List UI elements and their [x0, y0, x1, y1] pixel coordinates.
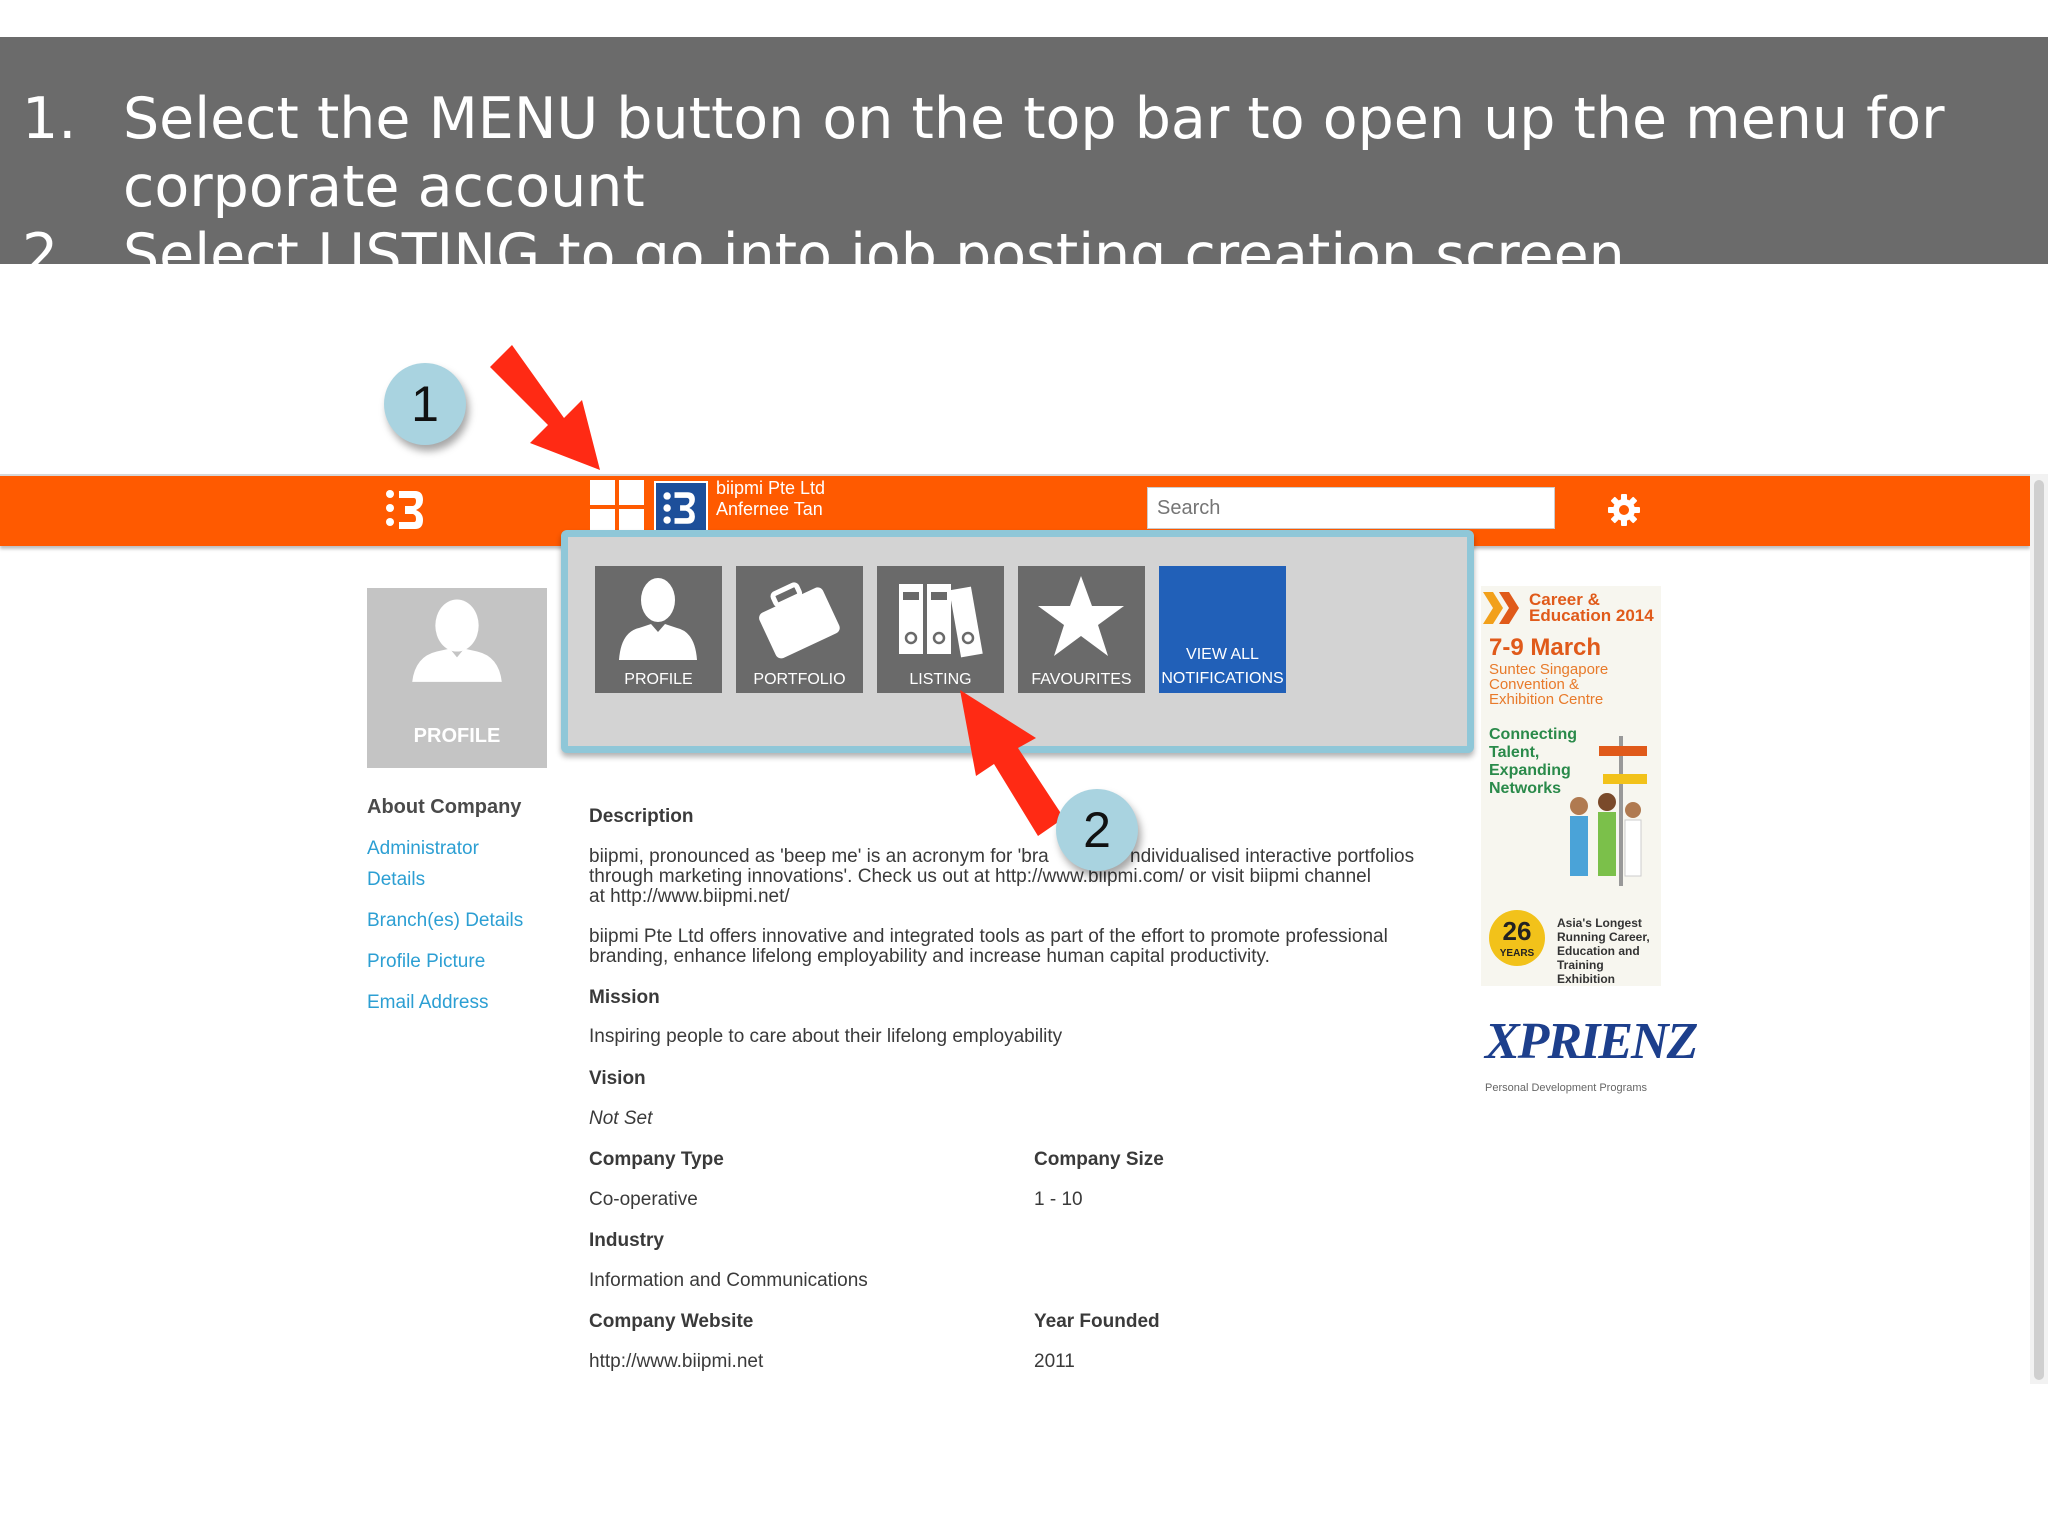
description-line-1b: ndividualised interactive portfolios: [1130, 846, 1415, 867]
menu-tile-notifications-label-1: VIEW ALL: [1186, 646, 1259, 663]
menu-tile-profile[interactable]: PROFILE: [595, 566, 722, 693]
company-logo-icon: [663, 492, 695, 524]
menu-tile-listing-label: LISTING: [909, 671, 972, 688]
person-icon: [619, 578, 697, 660]
step-number-1: 1.: [22, 86, 77, 152]
company-type-heading: Company Type: [589, 1149, 724, 1170]
ad-years-label: YEARS: [1499, 948, 1535, 959]
menu-button[interactable]: [590, 480, 645, 535]
description-line-3: at http://www.biipmi.net/: [589, 886, 790, 907]
company-name: biipmi Pte Ltd: [716, 478, 826, 498]
user-name: Anfernee Tan: [716, 499, 823, 519]
callout-1: 1: [384, 363, 466, 445]
company-size-value: 1 - 10: [1034, 1189, 1083, 1210]
biipmi-logo-icon[interactable]: [385, 488, 425, 532]
people-illustration-icon: [1570, 736, 1647, 886]
menu-tile-portfolio[interactable]: PORTFOLIO: [736, 566, 863, 693]
description-line-1a: biipmi, pronounced as 'beep me' is an ac…: [589, 846, 1049, 867]
menu-tile-view-all-notifications[interactable]: VIEW ALL NOTIFICATIONS: [1159, 566, 1286, 693]
sidebar-link-details[interactable]: Details: [367, 869, 425, 891]
company-type-value: Co-operative: [589, 1189, 698, 1210]
scrollbar-thumb[interactable]: [2034, 480, 2044, 1380]
xprienz-subtitle: Personal Development Programs: [1485, 1082, 1648, 1094]
grid-menu-icon: [590, 480, 615, 505]
description-line-5: branding, enhance lifelong employability…: [589, 946, 1270, 967]
mission-text: Inspiring people to care about their lif…: [589, 1026, 1063, 1047]
description-line-4: biipmi Pte Ltd offers innovative and int…: [589, 926, 1388, 947]
menu-tile-favourites-label: FAVOURITES: [1031, 671, 1132, 688]
ad-years-number: 26: [1502, 916, 1532, 946]
website-heading: Company Website: [589, 1311, 754, 1332]
company-size-heading: Company Size: [1034, 1149, 1164, 1170]
sidebar-link-branches[interactable]: Branch(es) Details: [367, 910, 523, 932]
industry-heading: Industry: [589, 1230, 664, 1251]
ad-career-dates: 7-9 March: [1489, 634, 1602, 661]
year-founded-value: 2011: [1034, 1351, 1075, 1372]
mission-heading: Mission: [589, 987, 660, 1008]
industry-value: Information and Communications: [589, 1270, 868, 1291]
gear-icon[interactable]: [1608, 494, 1640, 526]
xprienz-ad[interactable]: XPRIENZ Personal Development Programs: [1481, 1002, 1698, 1102]
sidebar-link-email-address[interactable]: Email Address: [367, 992, 488, 1014]
callout-2: 2: [1056, 789, 1138, 871]
menu-tile-favourites[interactable]: FAVOURITES: [1018, 566, 1145, 693]
step-number-2: 2.: [22, 222, 77, 288]
briefcase-icon: [759, 582, 840, 659]
vision-heading: Vision: [589, 1068, 646, 1089]
chevron-logo-icon: [1483, 592, 1519, 624]
ad-career-venue: Suntec Singapore Convention & Exhibition…: [1489, 661, 1609, 708]
company-logo: [654, 481, 708, 535]
description-line-2: through marketing innovations'. Check us…: [589, 866, 1371, 887]
red-arrow-2-icon: [960, 690, 1064, 836]
binders-icon: [899, 584, 983, 658]
instruction-banner: 1. Select the MENU button on the top bar…: [0, 37, 2048, 288]
about-company-title: About Company: [367, 796, 522, 818]
ad-career-title: Career & Education 2014: [1529, 590, 1654, 625]
step-1-text-line1: Select the MENU button on the top bar to…: [123, 86, 1945, 152]
red-arrow-1-icon: [490, 345, 600, 470]
career-education-ad[interactable]: Career & Education 2014 7-9 March Suntec…: [1481, 586, 1661, 986]
step-2-text: Select LISTING to go into job posting cr…: [123, 222, 1625, 288]
avatar-label: PROFILE: [413, 725, 501, 747]
xprienz-brand: XPRIENZ: [1485, 1013, 1698, 1070]
description-heading: Description: [589, 806, 694, 827]
step-1-text-line2: corporate account: [123, 154, 645, 220]
star-icon: [1038, 576, 1124, 656]
vision-text: Not Set: [589, 1108, 653, 1129]
person-silhouette-icon: [412, 599, 502, 682]
menu-tile-portfolio-label: PORTFOLIO: [753, 671, 846, 688]
website-value[interactable]: http://www.biipmi.net: [589, 1352, 763, 1372]
search-input[interactable]: [1147, 487, 1555, 529]
sidebar-link-administrator[interactable]: Administrator: [367, 838, 479, 860]
menu-tile-listing[interactable]: LISTING: [877, 566, 1004, 693]
ad-career-description: Asia's Longest Running Career, Education…: [1557, 916, 1650, 986]
years-badge: 26 YEARS: [1489, 910, 1545, 966]
menu-tile-notifications-label-2: NOTIFICATIONS: [1161, 670, 1284, 687]
year-founded-heading: Year Founded: [1034, 1311, 1160, 1332]
sidebar-link-profile-picture[interactable]: Profile Picture: [367, 951, 485, 973]
menu-tile-profile-label: PROFILE: [624, 671, 693, 688]
